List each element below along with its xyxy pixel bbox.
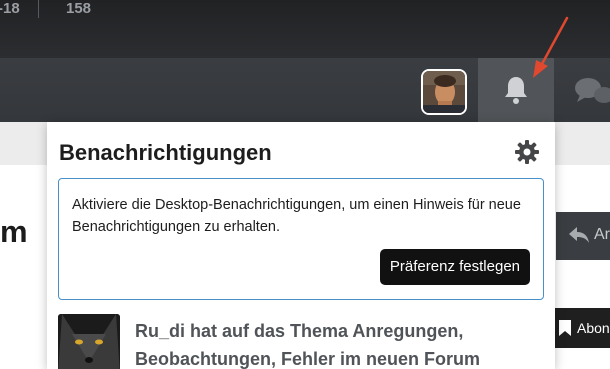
annotation-arrow-icon [533,16,569,78]
